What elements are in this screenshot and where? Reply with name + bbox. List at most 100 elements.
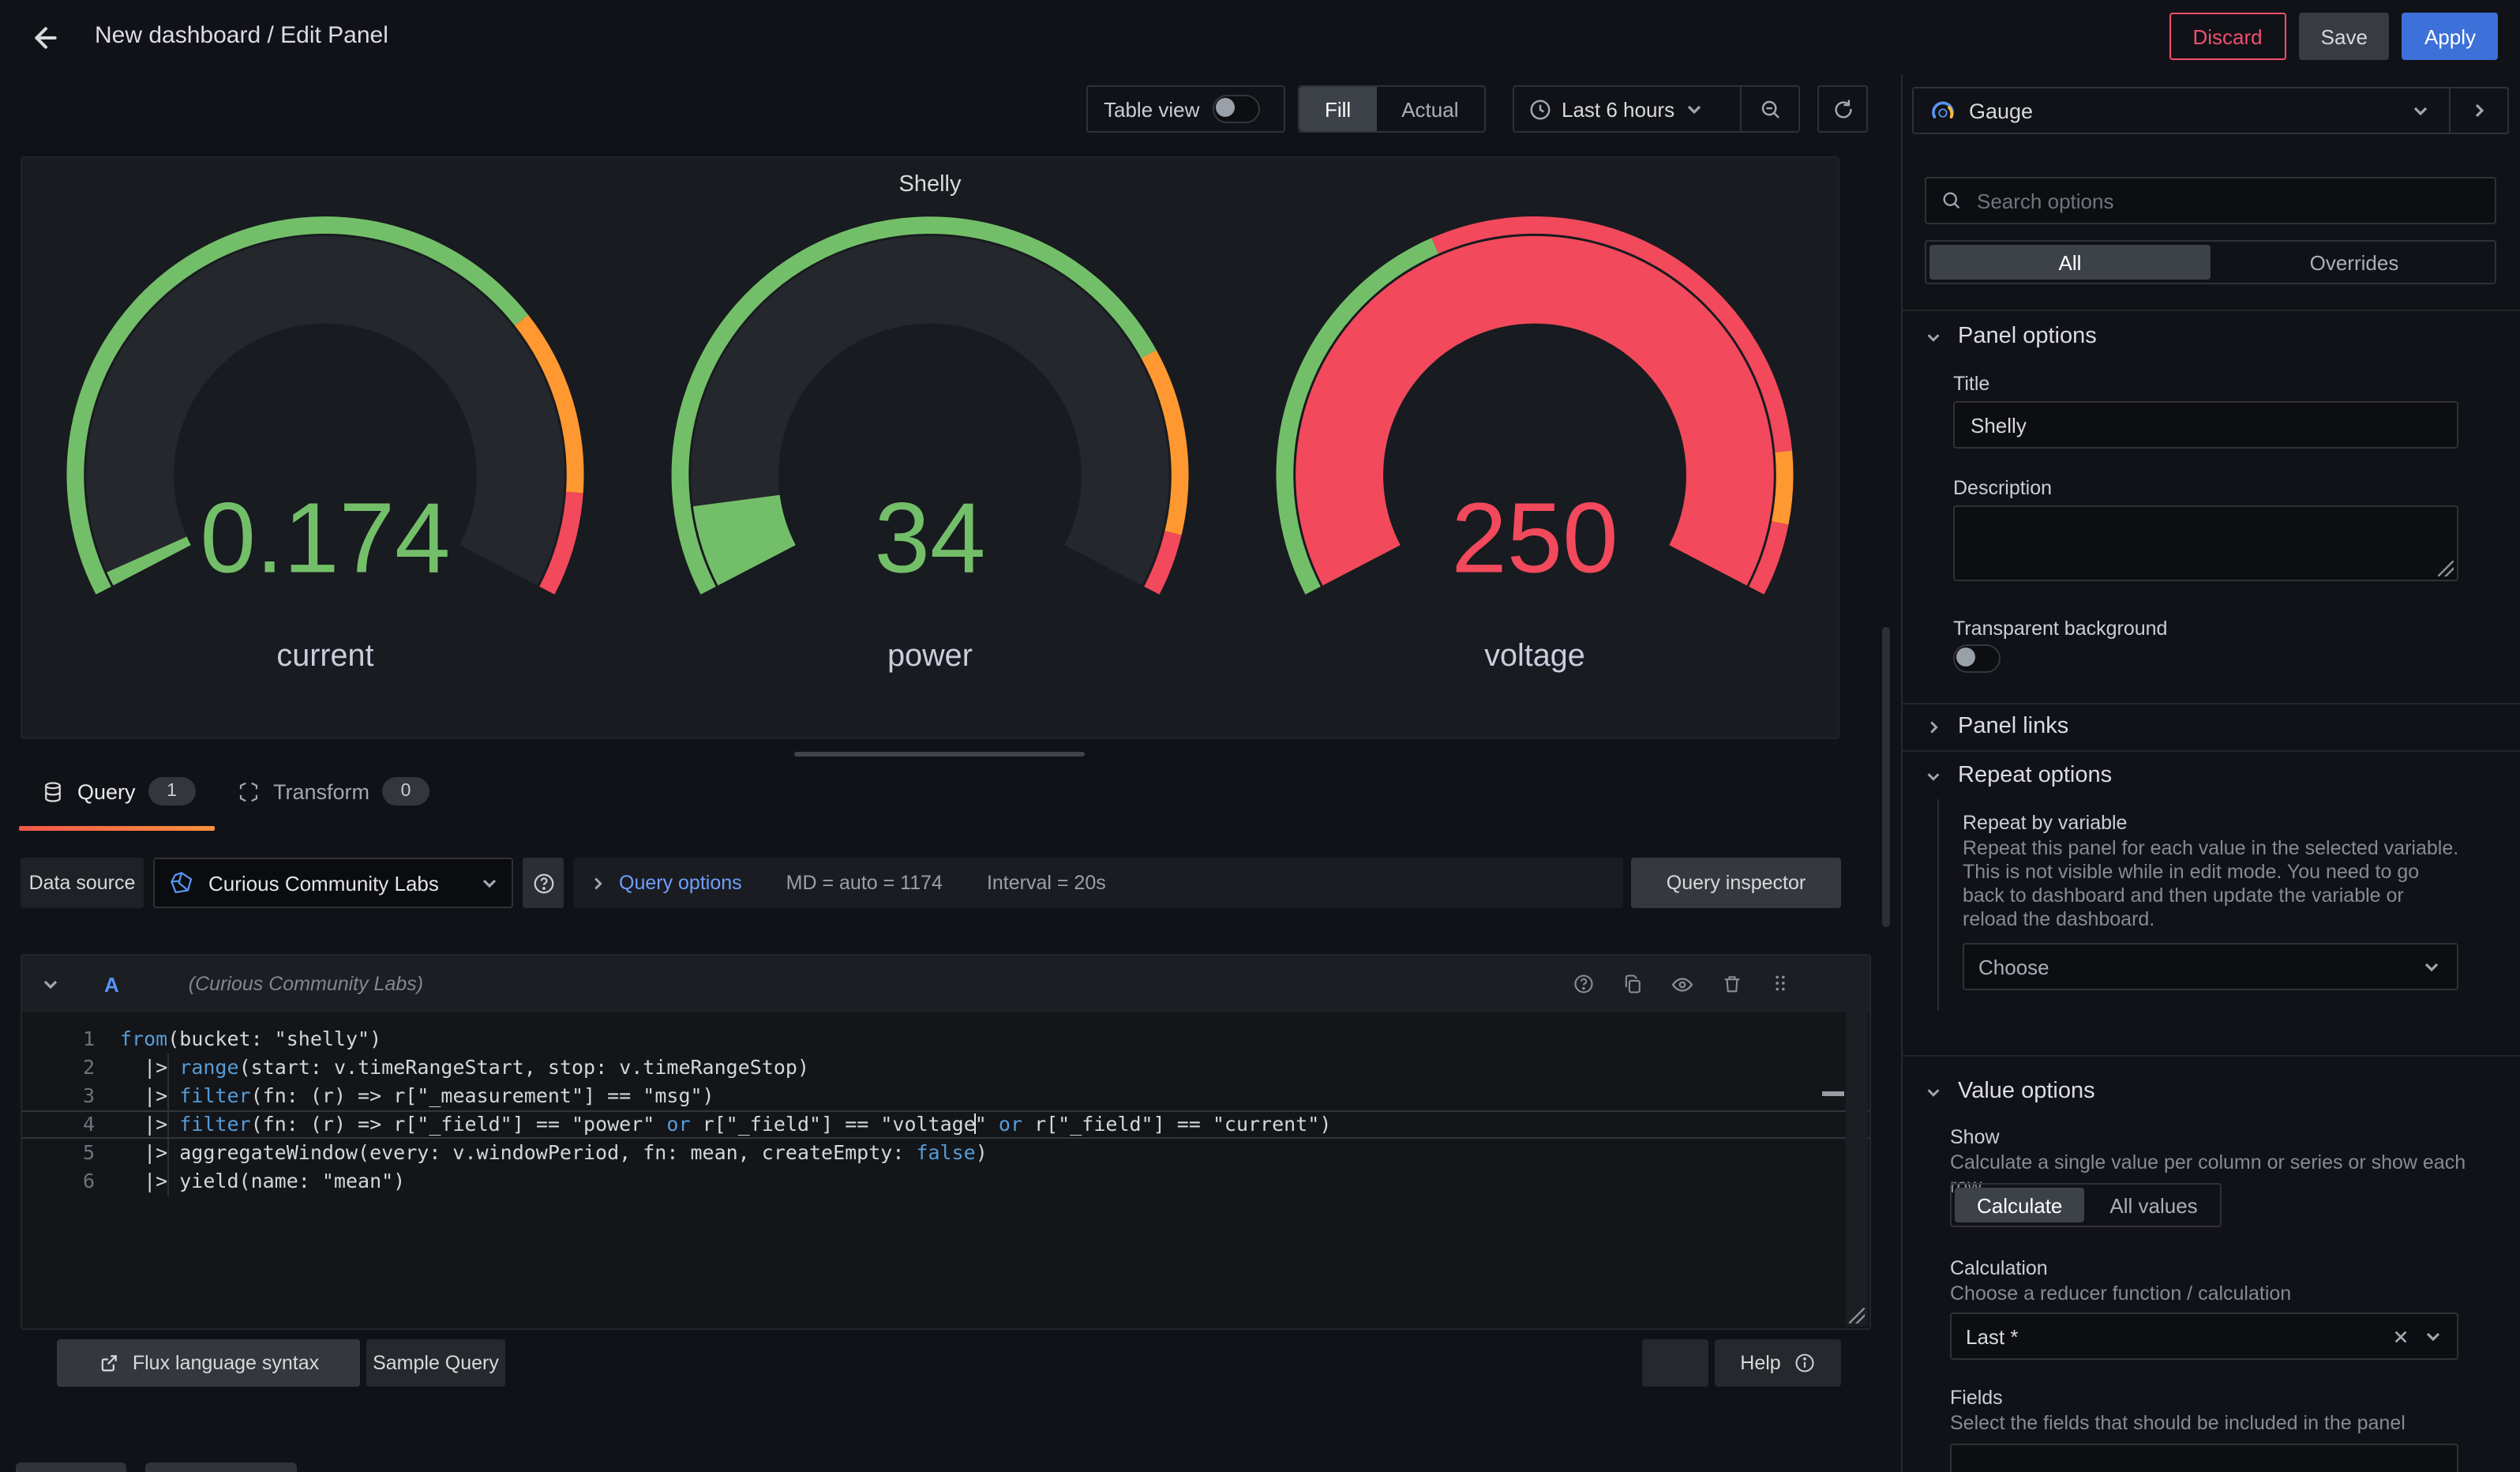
blank-button[interactable] [1642,1339,1708,1387]
clear-icon[interactable] [2392,1327,2409,1345]
main-scrollbar[interactable] [1882,627,1890,927]
datasource-help-button[interactable] [523,858,564,908]
add-query-button-cut[interactable] [16,1463,126,1472]
calculation-value: Last * [1966,1324,2019,1348]
query-options-link[interactable]: Query options [619,872,742,894]
tab-transform[interactable]: Transform 0 [237,777,429,805]
search-icon [1941,190,1963,212]
value-options-header[interactable]: Value options [1925,1079,2095,1104]
chevron-down-icon [2411,101,2430,120]
calculation-select[interactable]: Last * [1950,1312,2458,1360]
code-line-3[interactable]: 3 |> filter(fn: (r) => r["_measurement"]… [22,1082,1869,1110]
tab-all[interactable]: All [1929,245,2211,280]
chevron-right-icon[interactable] [589,874,606,892]
query-inspector-button[interactable]: Query inspector [1631,858,1841,908]
datasource-row: Data source Curious Community Labs Query… [0,858,1871,908]
info-circle-icon [1794,1352,1816,1374]
query-actions [1573,972,1791,996]
transparent-bg-label: Transparent background [1953,618,2167,640]
datasource-select[interactable]: Curious Community Labs [153,858,513,908]
actual-option[interactable]: Actual [1376,87,1483,131]
description-field[interactable] [1953,505,2458,581]
code-line-5[interactable]: 5 |> aggregateWindow(every: v.windowPeri… [22,1139,1869,1167]
delete-query-icon[interactable] [1721,972,1743,996]
calculate-option[interactable]: Calculate [1955,1188,2084,1222]
fill-actual-segmented: Fill Actual [1298,85,1486,133]
database-icon [41,779,65,803]
apply-button[interactable]: Apply [2402,13,2498,60]
tab-overrides[interactable]: Overrides [2214,242,2495,283]
clock-icon [1528,97,1552,121]
code-line-4[interactable]: 4 |> filter(fn: (r) => r["_field"] == "p… [22,1110,1869,1139]
fill-option[interactable]: Fill [1299,87,1376,131]
overview-ruler-mark [1822,1091,1844,1096]
panel-resize-handle[interactable] [794,752,1085,757]
code-line-6[interactable]: 6 |> yield(name: "mean") [22,1167,1869,1196]
transparent-bg-toggle[interactable] [1953,644,2001,673]
collapse-pane-chevron-icon[interactable] [2451,101,2507,120]
tab-transform-label: Transform [273,779,369,803]
calculation-desc: Choose a reducer function / calculation [1950,1282,2471,1306]
query-options-strip: Query options MD = auto = 1174 Interval … [573,858,1623,908]
hide-query-icon[interactable] [1671,972,1694,996]
table-view-control: Table view [1086,85,1285,133]
query-ref: A [104,972,119,996]
top-header: New dashboard / Edit Panel Discard Save … [0,0,2520,74]
table-view-toggle[interactable] [1212,95,1259,123]
options-search[interactable] [1925,177,2496,224]
refresh-button[interactable] [1817,85,1868,133]
editor-tabs: Query 1 Transform 0 [0,774,1871,837]
panel-title: Shelly [22,172,1838,197]
indent-guide [167,1053,169,1196]
editor-scroll-gutter[interactable] [1846,1012,1868,1327]
duplicate-query-icon[interactable] [1622,972,1644,996]
query-options-interval: Interval = 20s [987,872,1106,894]
panel-links-header[interactable]: Panel links [1925,714,2068,739]
repeat-group-indent [1937,799,1939,1011]
all-values-option[interactable]: All values [2087,1185,2219,1226]
options-pane: Gauge All Overrides Panel options [1901,74,2520,1472]
repeat-variable-select[interactable]: Choose [1963,943,2458,990]
textarea-resize-grip[interactable] [2438,561,2454,576]
save-button[interactable]: Save [2299,13,2390,60]
sample-query-button[interactable]: Sample Query [366,1339,505,1387]
svg-text:0.174: 0.174 [200,481,450,593]
repeat-options-header[interactable]: Repeat options [1925,763,2112,788]
zoom-out-icon[interactable] [1742,97,1798,121]
help-button[interactable]: Help [1715,1339,1841,1387]
code-lines: 1from(bucket: "shelly")2 |> range(start:… [22,1025,1869,1196]
flux-syntax-button[interactable]: Flux language syntax [57,1339,360,1387]
title-input[interactable] [1967,411,2425,438]
flux-code-editor[interactable]: 1from(bucket: "shelly")2 |> range(start:… [22,1012,1869,1328]
discard-button[interactable]: Discard [2169,13,2286,60]
time-range-label[interactable]: Last 6 hours [1562,97,1674,121]
transform-icon [237,779,261,803]
gauge-panel[interactable]: Shelly 0.174current34power250voltage [21,156,1839,739]
value-options-heading: Value options [1958,1079,2095,1104]
influxdb-icon [169,870,194,896]
drag-handle-icon[interactable] [1770,972,1791,996]
calculation-label: Calculation [1950,1257,2048,1279]
gauge-voltage: 250voltage [1239,207,1832,681]
code-line-1[interactable]: 1from(bucket: "shelly") [22,1025,1869,1053]
show-label: Show [1950,1126,2000,1148]
chevron-down-icon[interactable] [1684,100,1703,118]
tab-query[interactable]: Query 1 [41,777,196,805]
editor-footer: Flux language syntax Sample Query Help [0,1339,1871,1387]
visualization-select[interactable]: Gauge [1912,87,2509,134]
query-header[interactable]: A (Curious Community Labs) [22,956,1869,1012]
repeat-by-variable-label: Repeat by variable [1963,812,2127,834]
options-search-input[interactable] [1974,187,2454,214]
collapse-chevron-icon[interactable] [41,974,60,993]
expression-button-cut[interactable] [145,1463,297,1472]
code-line-2[interactable]: 2 |> range(start: v.timeRangeStart, stop… [22,1053,1869,1082]
title-field[interactable] [1953,401,2458,449]
back-button[interactable] [25,17,66,58]
fields-select-cut[interactable] [1950,1444,2458,1472]
query-help-icon[interactable] [1573,972,1595,996]
editor-resize-grip[interactable] [1849,1308,1865,1324]
svg-text:current: current [276,638,373,673]
arrow-left-icon [30,22,62,54]
panel-options-header[interactable]: Panel options [1925,324,2097,349]
fields-desc: Select the fields that should be include… [1950,1412,2471,1436]
